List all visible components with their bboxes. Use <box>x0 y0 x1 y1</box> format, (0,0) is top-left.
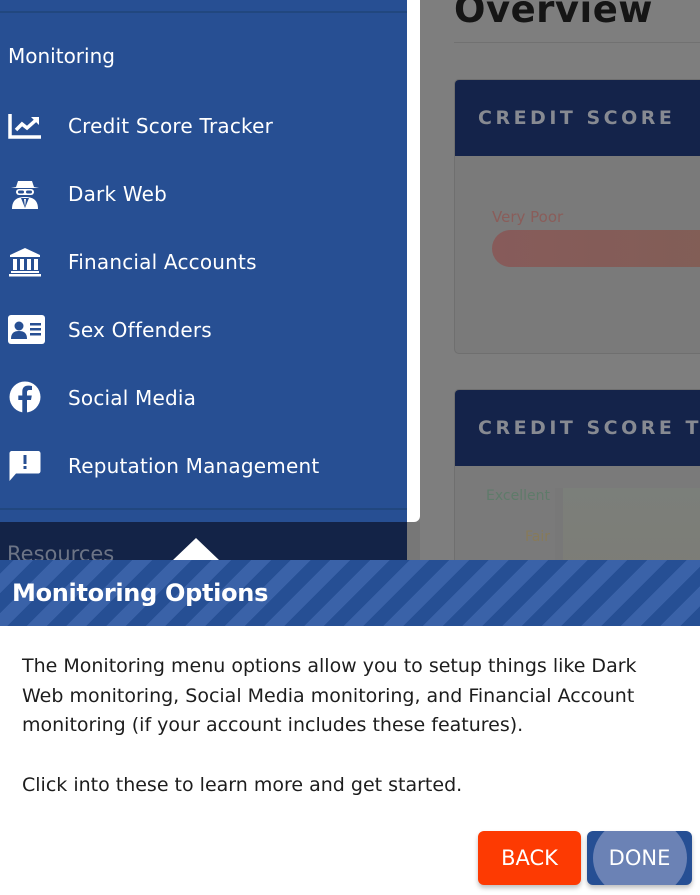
credit-score-card: CREDIT SCORE Very Poor <box>454 79 700 354</box>
sidebar-item-label: Reputation Management <box>68 454 320 478</box>
sidebar-item-label: Social Media <box>68 386 197 410</box>
sidebar-item-credit-score-tracker[interactable]: Credit Score Tracker <box>0 104 407 148</box>
facebook-icon <box>0 376 68 420</box>
popover-paragraph: Click into these to learn more and get s… <box>22 773 463 796</box>
chart-line-icon <box>0 104 68 148</box>
sidebar-item-label: Sex Offenders <box>68 318 212 342</box>
popover-title: Monitoring Options <box>12 579 269 607</box>
sidebar-item-dark-web[interactable]: Dark Web <box>0 172 407 216</box>
sidebar-item-label: Dark Web <box>68 182 168 206</box>
done-button-label: DONE <box>608 846 671 870</box>
user-secret-icon <box>0 172 68 216</box>
page-title: Overview <box>454 0 653 31</box>
id-card-icon <box>0 308 68 352</box>
bank-icon <box>0 240 68 284</box>
back-button[interactable]: BACK <box>478 831 581 885</box>
sidebar: Monitoring Credit Score Tracker Dark Web… <box>0 0 420 560</box>
sidebar-item-reputation-management[interactable]: Reputation Management <box>0 444 407 488</box>
card-header: CREDIT SCORE TR <box>455 390 700 466</box>
tour-popover: Monitoring Options The Monitoring menu o… <box>0 560 700 895</box>
sidebar-item-sex-offenders[interactable]: Sex Offenders <box>0 308 407 352</box>
back-button-label: BACK <box>501 846 558 870</box>
score-gauge-bar <box>492 230 700 267</box>
sidebar-item-social-media[interactable]: Social Media <box>0 376 407 420</box>
section-title-resources: Resources <box>7 542 115 560</box>
section-title-monitoring: Monitoring <box>8 44 115 68</box>
title-divider <box>454 42 700 43</box>
card-header: CREDIT SCORE <box>455 80 700 156</box>
card-title: CREDIT SCORE <box>478 107 676 129</box>
axis-label-fair: Fair <box>525 529 550 545</box>
axis-label-excellent: Excellent <box>486 488 550 504</box>
card-title: CREDIT SCORE TR <box>478 417 700 439</box>
comment-alert-icon <box>0 444 68 488</box>
divider <box>0 11 407 13</box>
popover-body: The Monitoring menu options allow you to… <box>0 626 700 800</box>
score-rating-label: Very Poor <box>492 208 564 226</box>
overlay-gap <box>407 522 420 560</box>
sidebar-item-label: Financial Accounts <box>68 250 257 274</box>
popover-paragraph: The Monitoring menu options allow you to… <box>22 655 637 736</box>
sidebar-panel: Monitoring Credit Score Tracker Dark Web… <box>0 0 407 522</box>
popover-pointer-arrow <box>173 538 219 560</box>
sidebar-item-label: Credit Score Tracker <box>68 114 274 138</box>
sidebar-item-financial-accounts[interactable]: Financial Accounts <box>0 240 407 284</box>
sidebar-highlight-edge <box>407 0 420 522</box>
divider <box>0 508 407 510</box>
done-button[interactable]: DONE <box>587 831 692 885</box>
popover-header: Monitoring Options <box>0 560 700 626</box>
